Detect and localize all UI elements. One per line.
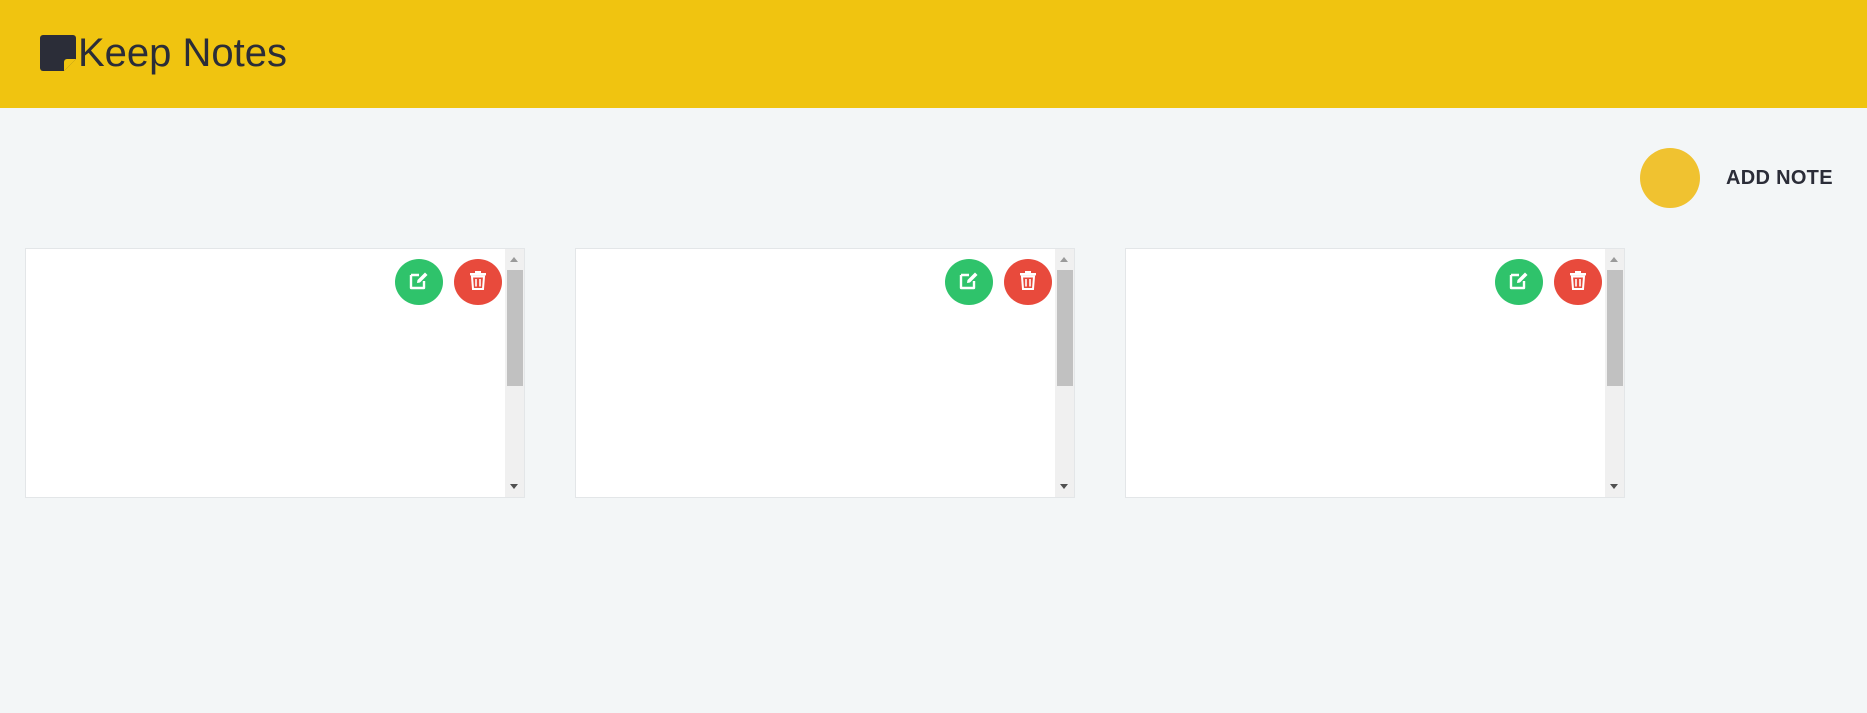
- sticky-note-icon: [40, 35, 76, 71]
- trash-icon: [1567, 269, 1589, 296]
- scroll-down-arrow-icon[interactable]: [1060, 484, 1068, 489]
- delete-note-button[interactable]: [1554, 259, 1602, 305]
- scroll-thumb[interactable]: [1057, 270, 1073, 386]
- note-card: [1125, 248, 1625, 498]
- scroll-up-arrow-icon[interactable]: [1610, 257, 1618, 262]
- add-note-button[interactable]: ADD NOTE: [1640, 148, 1833, 208]
- add-note-label[interactable]: ADD NOTE: [1726, 167, 1833, 190]
- delete-note-button[interactable]: [454, 259, 502, 305]
- scroll-down-arrow-icon[interactable]: [1610, 484, 1618, 489]
- note-scrollbar[interactable]: [1605, 249, 1624, 497]
- edit-icon: [958, 269, 980, 296]
- scroll-thumb[interactable]: [1607, 270, 1623, 386]
- app-title: Keep Notes: [78, 31, 288, 75]
- edit-note-button[interactable]: [395, 259, 443, 305]
- note-scrollbar[interactable]: [505, 249, 524, 497]
- scroll-down-arrow-icon[interactable]: [510, 484, 518, 489]
- edit-note-button[interactable]: [945, 259, 993, 305]
- scroll-up-arrow-icon[interactable]: [1060, 257, 1068, 262]
- edit-note-button[interactable]: [1495, 259, 1543, 305]
- brand[interactable]: Keep Notes: [40, 33, 287, 73]
- edit-icon: [1508, 269, 1530, 296]
- trash-icon: [1017, 269, 1039, 296]
- scroll-thumb[interactable]: [507, 270, 523, 386]
- note-card: [575, 248, 1075, 498]
- scroll-up-arrow-icon[interactable]: [510, 257, 518, 262]
- app-header: Keep Notes: [0, 0, 1867, 108]
- delete-note-button[interactable]: [1004, 259, 1052, 305]
- trash-icon: [467, 269, 489, 296]
- note-scrollbar[interactable]: [1055, 249, 1074, 497]
- edit-icon: [408, 269, 430, 296]
- add-note-circle-icon[interactable]: [1640, 148, 1700, 208]
- note-card: [25, 248, 525, 498]
